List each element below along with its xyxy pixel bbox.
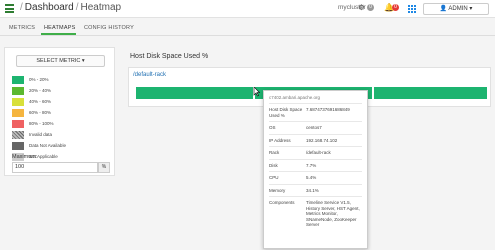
tab-metrics[interactable]: METRICS [9, 25, 35, 31]
legend-swatch [12, 87, 24, 95]
tooltip-value: 7.7% [306, 162, 317, 168]
host-tooltip: c7402.ambari.apache.org Host Disk Space … [263, 90, 368, 249]
legend-swatch [12, 76, 24, 84]
rack-name: /default-rack [133, 72, 167, 78]
tooltip-row: Disk 7.7% [269, 158, 362, 172]
tooltip-row: Memory 34.1% [269, 183, 362, 197]
heatmap-sidebar: SELECT METRIC ▾ 0% - 20% 20% - 40% 40% -… [4, 47, 115, 176]
tooltip-value: /default-rack [306, 150, 331, 155]
legend-label: Invalid data [29, 132, 53, 137]
legend-swatch [12, 120, 24, 128]
legend-label: 40% - 60% [29, 99, 52, 104]
legend-label: Data Not Available [29, 143, 66, 148]
tooltip-value: 7.6874737691686849 [306, 107, 350, 112]
user-menu-label: ADMIN [448, 6, 468, 12]
tooltip-key: Host Disk Space Used % [269, 107, 303, 118]
tooltip-row: CPU 5.4% [269, 171, 362, 184]
tooltip-row: Components Timeline Service V1.5, History… [269, 196, 362, 231]
tooltip-row: OS centos7 [269, 121, 362, 134]
user-icon: 👤 [439, 6, 448, 12]
tooltip-key: IP Address [269, 137, 291, 143]
legend-label: 80% - 100% [29, 121, 54, 126]
breadcrumb-dashboard-link[interactable]: Dashboard [25, 2, 74, 13]
tooltip-value: Timeline Service V1.5, History Server, H… [306, 200, 360, 227]
legend-swatch [12, 131, 24, 139]
chevron-down-icon: ▾ [469, 6, 473, 12]
tooltip-value: 192.168.74.102 [306, 137, 338, 143]
tooltip-key: OS [269, 125, 276, 130]
tooltip-row: Rack/default-rack [269, 146, 362, 159]
breadcrumb-leading-separator: / [20, 2, 23, 13]
tooltip-value: centos7 [306, 125, 322, 130]
legend-swatch [12, 142, 24, 150]
apps-grid-icon[interactable] [408, 5, 416, 13]
tooltip-row: IP Address 192.168.74.102 [269, 133, 362, 147]
breadcrumb-current: Heatmap [80, 2, 122, 13]
select-metric-label: SELECT METRIC [36, 58, 81, 64]
legend-swatch [12, 98, 24, 106]
menu-icon[interactable] [5, 4, 14, 13]
active-tab-indicator [41, 33, 76, 35]
user-menu-button[interactable]: 👤 ADMIN ▾ [423, 3, 489, 15]
tooltip-key: Rack [269, 150, 280, 155]
breadcrumb: / Dashboard / Heatmap [18, 2, 121, 13]
tooltip-key: Components [269, 200, 295, 205]
alerts-count-badge[interactable]: 0 [392, 4, 399, 11]
legend-swatch [12, 109, 24, 117]
tab-config-history[interactable]: CONFIG HISTORY [84, 25, 134, 31]
host-cell[interactable] [374, 87, 487, 99]
tooltip-value: 5.4% [306, 175, 317, 180]
tooltip-value: 34.1% [306, 187, 319, 193]
legend-label: 60% - 80% [29, 110, 52, 115]
tooltip-key: Disk [269, 162, 278, 168]
mouse-pointer-icon [253, 87, 261, 97]
gear-icon[interactable]: ⚙ [358, 3, 365, 13]
tooltip-hostname: c7402.ambari.apache.org [269, 95, 321, 100]
tab-heatmaps[interactable]: HEATMAPS [44, 25, 75, 31]
ops-count-badge[interactable]: 0 [367, 4, 374, 11]
tooltip-key: CPU [269, 175, 279, 180]
legend-label: 20% - 40% [29, 88, 52, 93]
tooltip-row: Host Disk Space Used % 7.6874737691686849 [269, 103, 362, 121]
select-metric-dropdown[interactable]: SELECT METRIC ▾ [16, 55, 105, 67]
maximum-unit-addon: % [98, 162, 110, 173]
caret-down-icon: ▾ [81, 58, 85, 64]
tooltip-key: Memory [269, 187, 286, 193]
maximum-label: Maximum: [12, 154, 38, 160]
legend-label: 0% - 20% [29, 77, 49, 82]
heatmap-title: Host Disk Space Used % [130, 53, 209, 60]
top-navbar: / Dashboard / Heatmap mycluster ⚙ 0 🔔 0 👤 A… [0, 0, 495, 18]
maximum-input[interactable]: 100 [12, 162, 98, 173]
host-cell[interactable] [136, 87, 253, 99]
